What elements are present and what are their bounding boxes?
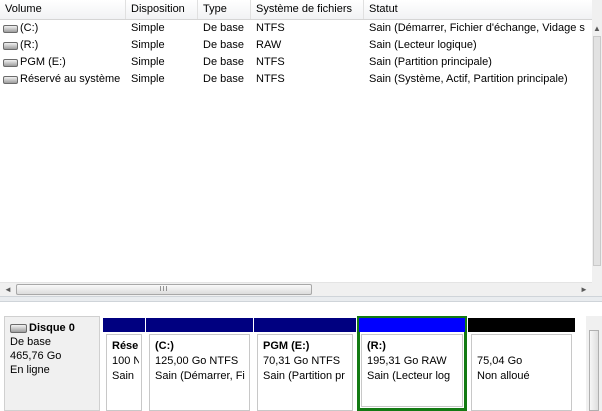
partition-label: Rése bbox=[112, 340, 139, 352]
column-filesystem[interactable]: Système de fichiers bbox=[251, 0, 364, 19]
disk-info[interactable]: Disque 0 De base 465,76 Go En ligne bbox=[4, 316, 100, 411]
volume-type: De base bbox=[203, 39, 244, 51]
partition-unallocated[interactable]: 75,04 Go Non alloué bbox=[468, 316, 575, 411]
drive-icon bbox=[3, 25, 18, 33]
volume-list: Volume Disposition Type Système de fichi… bbox=[0, 0, 592, 282]
partition-status: Sain bbox=[112, 370, 135, 382]
volume-layout: Simple bbox=[131, 56, 165, 68]
column-type[interactable]: Type bbox=[198, 0, 251, 19]
drive-icon bbox=[3, 59, 18, 67]
vertical-scroll-thumb[interactable] bbox=[593, 36, 601, 266]
column-volume[interactable]: Volume bbox=[0, 0, 126, 19]
volume-filesystem: NTFS bbox=[256, 22, 285, 34]
partition-status: Sain (Démarrer, Fi bbox=[155, 370, 245, 382]
disk-icon bbox=[10, 323, 27, 333]
partition-size: 75,04 Go bbox=[477, 355, 523, 367]
volume-status: Sain (Lecteur logique) bbox=[369, 39, 477, 51]
partition-strip: Rése 100 N Sain (C:) 125,00 Go NTFS Sain… bbox=[103, 316, 575, 411]
column-status[interactable]: Statut bbox=[364, 0, 592, 19]
partition-label: (C:) bbox=[155, 340, 174, 352]
partition-status: Sain (Partition pr bbox=[263, 370, 345, 382]
partition-bar bbox=[146, 318, 253, 332]
partition-r-selected[interactable]: (R:) 195,31 Go RAW Sain (Lecteur log bbox=[357, 316, 467, 411]
scroll-right-arrow-icon[interactable]: ► bbox=[577, 283, 591, 296]
partition-size: 195,31 Go RAW bbox=[367, 355, 447, 367]
horizontal-scroll-thumb[interactable]: III bbox=[16, 284, 312, 295]
volume-type: De base bbox=[203, 73, 244, 85]
volume-name: (C:) bbox=[20, 22, 39, 34]
volume-type: De base bbox=[203, 22, 244, 34]
partition-size: 125,00 Go NTFS bbox=[155, 355, 239, 367]
table-row[interactable]: Réservé au système Simple De base NTFS S… bbox=[0, 71, 592, 88]
volume-name: (R:) bbox=[20, 39, 39, 51]
volume-layout: Simple bbox=[131, 22, 165, 34]
volume-status: Sain (Partition principale) bbox=[369, 56, 492, 68]
disk-map-scroll-thumb[interactable] bbox=[589, 330, 599, 411]
partition-e[interactable]: PGM (E:) 70,31 Go NTFS Sain (Partition p… bbox=[254, 316, 356, 411]
volume-name: Réservé au système bbox=[20, 73, 121, 85]
column-header: Volume Disposition Type Système de fichi… bbox=[0, 0, 592, 20]
volume-name: PGM (E:) bbox=[20, 56, 66, 68]
partition-status: Non alloué bbox=[477, 370, 530, 382]
disk-kind: De base bbox=[10, 336, 51, 348]
partition-label: PGM (E:) bbox=[263, 340, 310, 352]
volume-layout: Simple bbox=[131, 39, 165, 51]
drive-icon bbox=[3, 76, 18, 84]
drive-icon bbox=[3, 42, 18, 50]
disk-state: En ligne bbox=[10, 364, 50, 376]
horizontal-scrollbar[interactable]: ◄ III ► bbox=[0, 282, 592, 297]
disk-name: Disque 0 bbox=[29, 322, 75, 334]
disk-size: 465,76 Go bbox=[10, 350, 62, 362]
partition-c[interactable]: (C:) 125,00 Go NTFS Sain (Démarrer, Fi bbox=[146, 316, 253, 411]
disk-map: Disque 0 De base 465,76 Go En ligne Rése… bbox=[0, 302, 602, 411]
table-row[interactable]: (C:) Simple De base NTFS Sain (Démarrer,… bbox=[0, 20, 592, 37]
partition-label: (R:) bbox=[367, 340, 386, 352]
partition-status: Sain (Lecteur log bbox=[367, 370, 451, 382]
partition-bar bbox=[359, 318, 465, 332]
partition-reserved[interactable]: Rése 100 N Sain bbox=[103, 316, 145, 411]
scroll-left-arrow-icon[interactable]: ◄ bbox=[1, 283, 15, 296]
column-disposition[interactable]: Disposition bbox=[126, 0, 198, 19]
volume-filesystem: NTFS bbox=[256, 56, 285, 68]
volume-layout: Simple bbox=[131, 73, 165, 85]
partition-bar bbox=[103, 318, 145, 332]
disk-map-scrollbar[interactable] bbox=[586, 316, 602, 411]
table-row[interactable]: PGM (E:) Simple De base NTFS Sain (Parti… bbox=[0, 54, 592, 71]
vertical-scrollbar[interactable]: ▲ bbox=[592, 0, 602, 282]
scroll-up-arrow-icon[interactable]: ▲ bbox=[590, 22, 602, 35]
volume-status: Sain (Démarrer, Fichier d'échange, Vidag… bbox=[369, 22, 585, 34]
table-row[interactable]: (R:) Simple De base RAW Sain (Lecteur lo… bbox=[0, 37, 592, 54]
volume-type: De base bbox=[203, 56, 244, 68]
volume-filesystem: NTFS bbox=[256, 73, 285, 85]
partition-bar bbox=[254, 318, 356, 332]
volume-status: Sain (Système, Actif, Partition principa… bbox=[369, 73, 568, 85]
partition-bar bbox=[468, 318, 575, 332]
volume-filesystem: RAW bbox=[256, 39, 282, 51]
scroll-corner bbox=[592, 282, 602, 296]
partition-size: 70,31 Go NTFS bbox=[263, 355, 341, 367]
partition-size: 100 N bbox=[112, 355, 139, 367]
